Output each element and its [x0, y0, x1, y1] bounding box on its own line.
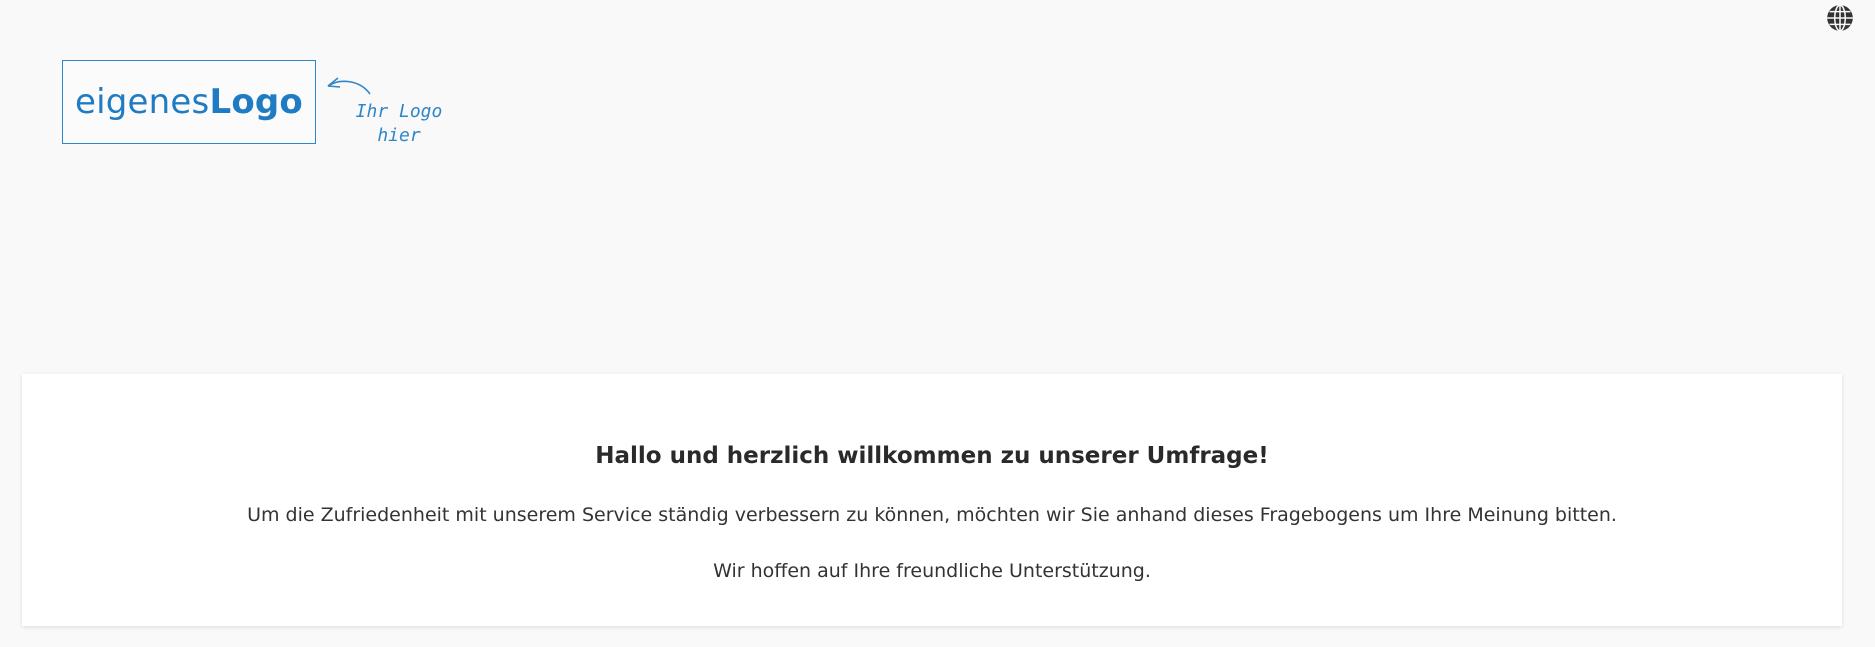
language-button[interactable] [1826, 3, 1854, 37]
logo-text-bold: Logo [209, 82, 303, 122]
logo-text: eigenesLogo [75, 82, 303, 122]
welcome-card: Hallo und herzlich willkommen zu unserer… [22, 374, 1842, 626]
welcome-title: Hallo und herzlich willkommen zu unserer… [595, 443, 1269, 469]
globe-icon [1826, 3, 1854, 37]
logo: eigenesLogo [62, 60, 316, 144]
support-paragraph: Wir hoffen auf Ihre freundliche Unterstü… [713, 560, 1151, 582]
logo-note-line1: Ihr Logo [355, 101, 443, 122]
welcome-paragraph: Um die Zufriedenheit mit unserem Service… [247, 504, 1617, 526]
logo-note: Ihr Logo hier [344, 100, 454, 148]
logo-area: eigenesLogo Ihr Logo hier [62, 60, 452, 150]
logo-text-light: eigenes [75, 82, 210, 122]
logo-note-line2: hier [377, 125, 421, 146]
